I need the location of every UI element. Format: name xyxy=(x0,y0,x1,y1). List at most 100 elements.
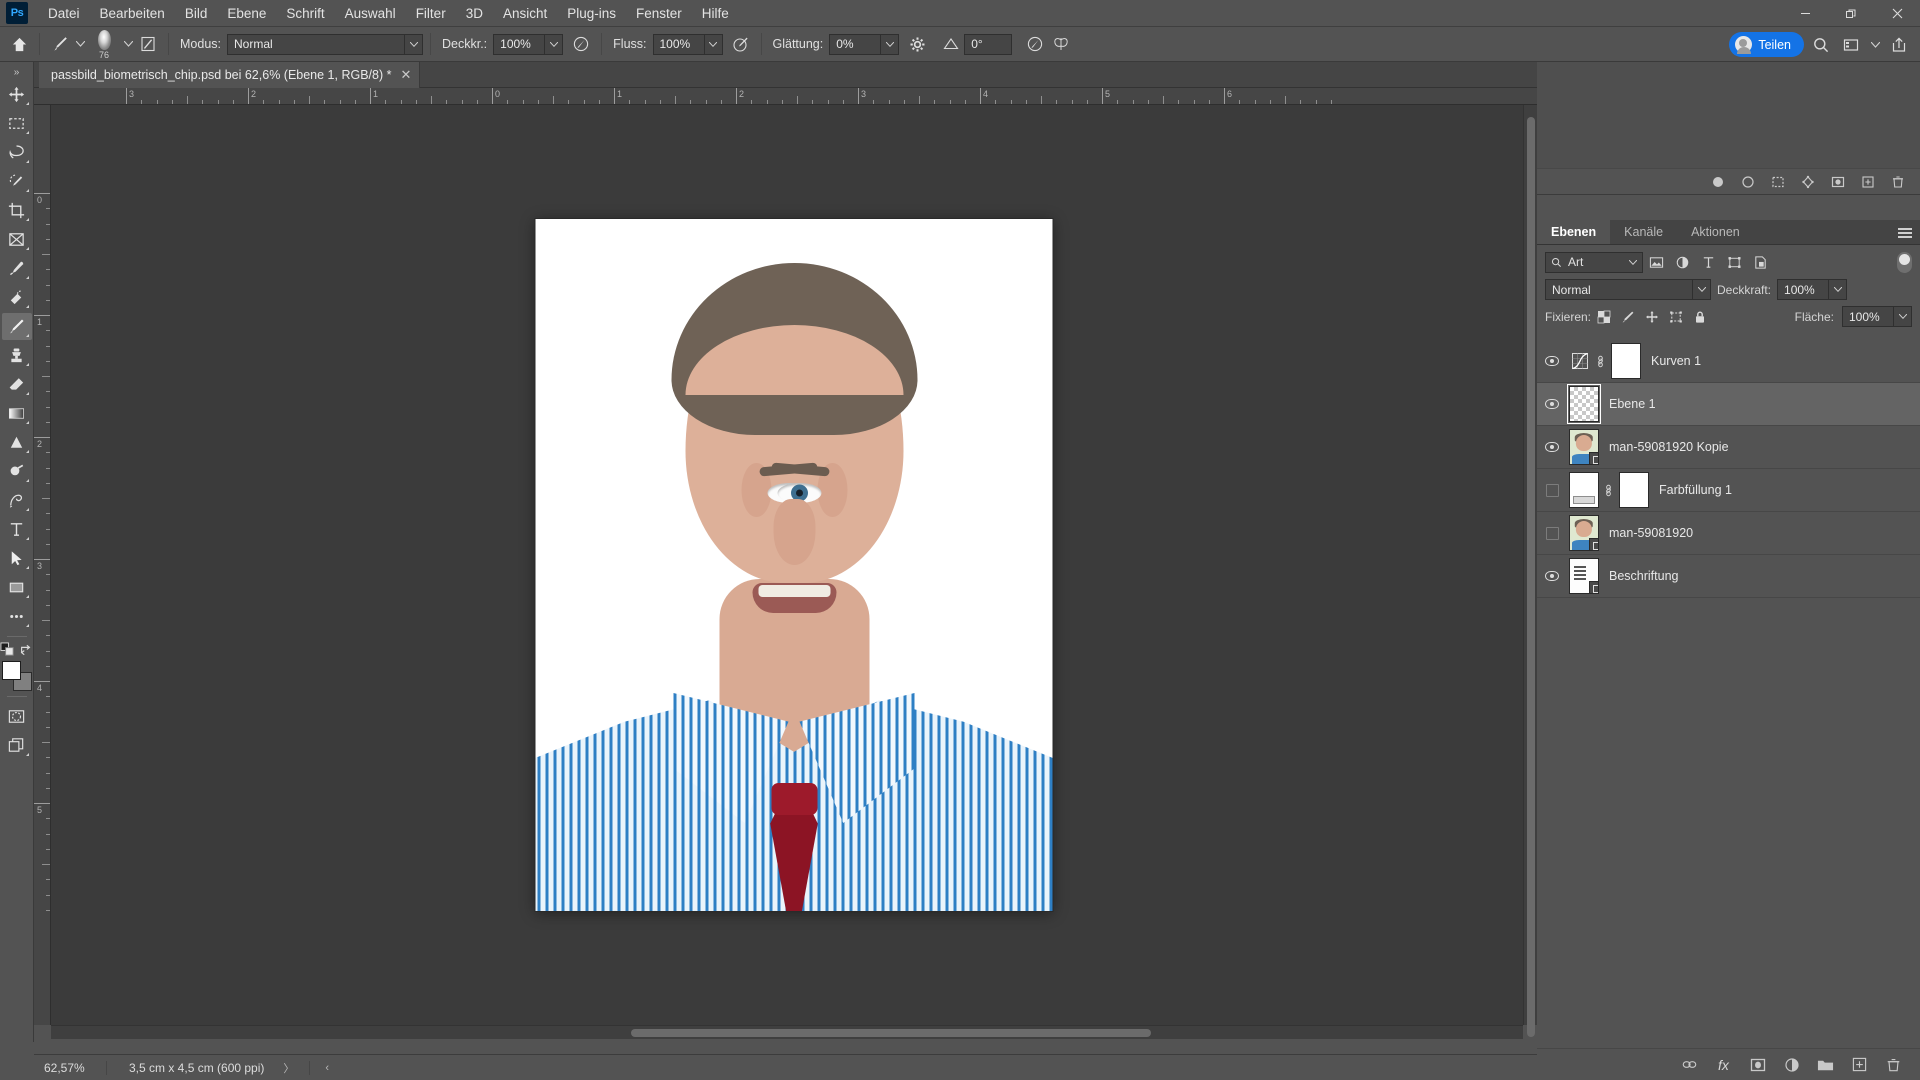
menu-ansicht[interactable]: Ansicht xyxy=(493,2,557,25)
lock-position-icon[interactable] xyxy=(1641,307,1663,327)
fill-path-icon[interactable] xyxy=(1709,173,1726,190)
canvas-viewport[interactable] xyxy=(51,105,1537,1025)
pressure-size-icon[interactable] xyxy=(1022,31,1048,57)
curves-adjustment-icon[interactable] xyxy=(1569,350,1591,372)
vertical-ruler[interactable]: 0 1 2 3 4 5 xyxy=(34,105,51,1025)
workspace-chevron-icon[interactable] xyxy=(1868,32,1882,58)
link-layers-icon[interactable] xyxy=(1681,1056,1698,1073)
pen-tool[interactable] xyxy=(2,487,32,514)
layer-visibility-toggle[interactable] xyxy=(1537,399,1567,409)
brush-panel-chevron-icon[interactable] xyxy=(121,31,135,57)
tab-ebenen[interactable]: Ebenen xyxy=(1537,220,1611,244)
more-tools[interactable] xyxy=(2,603,32,630)
menu-bearbeiten[interactable]: Bearbeiten xyxy=(90,2,175,25)
menu-plugins[interactable]: Plug-ins xyxy=(557,2,626,25)
search-icon[interactable] xyxy=(1808,32,1834,58)
brush-icon[interactable] xyxy=(47,31,73,57)
frame-tool[interactable] xyxy=(2,226,32,253)
rectangular-marquee-tool[interactable] xyxy=(2,110,32,137)
eyedropper-tool[interactable] xyxy=(2,255,32,282)
swap-colors-icon[interactable] xyxy=(19,643,33,657)
new-group-icon[interactable] xyxy=(1817,1056,1834,1073)
filter-type-icon[interactable] xyxy=(1695,251,1721,273)
quick-selection-tool[interactable] xyxy=(2,168,32,195)
filter-smart-icon[interactable] xyxy=(1747,251,1773,273)
table-row[interactable]: man-59081920 xyxy=(1537,512,1920,555)
filter-pixel-icon[interactable] xyxy=(1643,251,1669,273)
brush-settings-icon[interactable] xyxy=(135,31,161,57)
layer-visibility-toggle[interactable] xyxy=(1537,442,1567,452)
blend-mode-combo[interactable]: Normal xyxy=(227,33,423,55)
clone-stamp-tool[interactable] xyxy=(2,342,32,369)
new-adjustment-layer-icon[interactable] xyxy=(1783,1056,1800,1073)
healing-brush-tool[interactable] xyxy=(2,284,32,311)
tab-aktionen[interactable]: Aktionen xyxy=(1677,220,1754,244)
blur-sharpen-tool[interactable] xyxy=(2,429,32,456)
table-row[interactable]: Ebene 1 xyxy=(1537,383,1920,426)
brush-size-preview[interactable]: 76 xyxy=(87,29,121,60)
foreground-color-swatch[interactable] xyxy=(1,661,21,680)
menu-filter[interactable]: Filter xyxy=(406,2,456,25)
menu-3d[interactable]: 3D xyxy=(456,2,493,25)
menu-datei[interactable]: Datei xyxy=(38,2,90,25)
status-next-arrow-icon[interactable]: 〉 xyxy=(278,1060,299,1076)
layer-thumbnail[interactable] xyxy=(1569,472,1599,508)
menu-bild[interactable]: Bild xyxy=(175,2,218,25)
type-tool[interactable] xyxy=(2,516,32,543)
delete-path-icon[interactable] xyxy=(1889,173,1906,190)
layer-thumbnail[interactable] xyxy=(1569,429,1599,465)
screen-mode-icon[interactable] xyxy=(2,732,32,759)
canvas-horizontal-scrollbar[interactable] xyxy=(51,1025,1523,1039)
zoom-level[interactable]: 62,57% xyxy=(34,1061,96,1075)
document-artboard[interactable] xyxy=(535,219,1053,911)
menu-schrift[interactable]: Schrift xyxy=(276,2,334,25)
angle-value[interactable]: 0° xyxy=(964,33,1013,55)
layer-thumbnail[interactable] xyxy=(1569,515,1599,551)
stroke-path-icon[interactable] xyxy=(1739,173,1756,190)
color-swatches[interactable] xyxy=(1,661,33,691)
paths-list[interactable] xyxy=(1537,62,1920,168)
layer-thumbnail[interactable] xyxy=(1567,384,1601,424)
layer-opacity-combo[interactable]: 100% xyxy=(1777,279,1848,300)
tab-kanaele[interactable]: Kanäle xyxy=(1610,220,1677,244)
maximize-restore-button[interactable] xyxy=(1828,0,1874,27)
status-prev-arrow-icon[interactable]: ‹ xyxy=(320,1062,334,1074)
layer-mask-thumbnail[interactable] xyxy=(1611,343,1641,379)
home-icon[interactable] xyxy=(6,31,32,57)
horizontal-ruler[interactable]: 3 2 1 0 1 2 3 4 5 6 xyxy=(34,88,1537,105)
filter-enable-toggle[interactable] xyxy=(1897,251,1912,273)
new-layer-icon[interactable] xyxy=(1851,1056,1868,1073)
delete-layer-icon[interactable] xyxy=(1885,1056,1902,1073)
opacity-combo[interactable]: 100% xyxy=(493,33,564,55)
path-to-selection-icon[interactable] xyxy=(1769,173,1786,190)
document-size-info[interactable]: 3,5 cm x 4,5 cm (600 ppi) xyxy=(117,1061,264,1075)
table-row[interactable]: Beschriftung xyxy=(1537,555,1920,598)
dodge-burn-tool[interactable] xyxy=(2,458,32,485)
layer-visibility-toggle[interactable] xyxy=(1537,483,1567,497)
lock-transparent-pixels-icon[interactable] xyxy=(1593,307,1615,327)
add-layer-mask-icon[interactable] xyxy=(1749,1056,1766,1073)
angle-icon[interactable] xyxy=(938,31,964,57)
layer-visibility-toggle[interactable] xyxy=(1537,526,1567,540)
filter-adjustment-icon[interactable] xyxy=(1669,251,1695,273)
canvas-vertical-scrollbar[interactable] xyxy=(1523,105,1537,1037)
brush-preset-chevron-icon[interactable] xyxy=(73,31,87,57)
path-selection-tool[interactable] xyxy=(2,545,32,572)
menu-hilfe[interactable]: Hilfe xyxy=(692,2,739,25)
table-row[interactable]: Farbfüllung 1 xyxy=(1537,469,1920,512)
layer-mask-thumbnail[interactable] xyxy=(1619,472,1649,508)
lock-image-pixels-icon[interactable] xyxy=(1617,307,1639,327)
menu-ebene[interactable]: Ebene xyxy=(217,2,276,25)
minimize-button[interactable] xyxy=(1782,0,1828,27)
eraser-tool[interactable] xyxy=(2,371,32,398)
document-tab[interactable]: passbild_biometrisch_chip.psd bei 62,6% … xyxy=(39,62,421,88)
flow-combo[interactable]: 100% xyxy=(652,33,723,55)
layer-blend-combo[interactable]: Normal xyxy=(1545,279,1711,300)
layer-list[interactable]: Kurven 1 Ebene 1 man-59081920 Kopie Farb… xyxy=(1537,340,1920,1048)
quick-mask-icon[interactable] xyxy=(2,703,32,730)
close-window-button[interactable] xyxy=(1874,0,1920,27)
workspace-icon[interactable] xyxy=(1838,32,1864,58)
layer-thumbnail[interactable] xyxy=(1569,558,1599,594)
move-tool[interactable] xyxy=(2,81,32,108)
layer-style-fx-icon[interactable]: fx xyxy=(1715,1056,1732,1073)
